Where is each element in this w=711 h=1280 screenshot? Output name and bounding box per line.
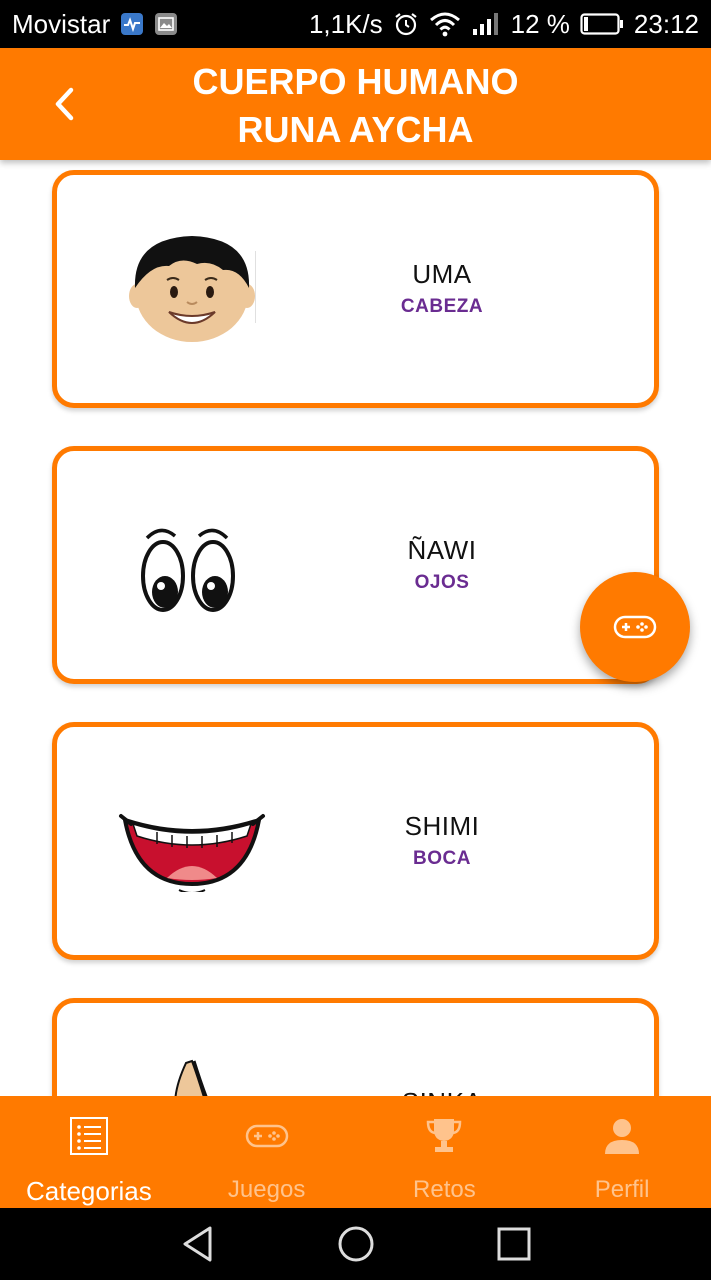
health-app-icon: [120, 12, 144, 36]
battery-percent: 12 %: [510, 8, 570, 39]
nav-label: Retos: [413, 1176, 476, 1203]
network-speed: 1,1K/s: [308, 8, 383, 39]
nav-label: Perfil: [594, 1176, 650, 1203]
back-button[interactable]: [38, 78, 90, 130]
nav-item-retos[interactable]: Retos: [356, 1096, 534, 1208]
signal-icon: [471, 11, 501, 37]
list-icon: [69, 1114, 109, 1158]
card-title: ÑAWI: [407, 535, 477, 565]
category-card[interactable]: SINKA: [52, 998, 659, 1096]
system-recents-button[interactable]: [490, 1220, 538, 1268]
bottom-navigation: Categorias Juegos Retos Perfil: [0, 1096, 711, 1208]
chevron-left-icon: [55, 87, 74, 121]
eyes-icon: [117, 501, 267, 631]
card-subtitle: OJOS: [414, 572, 470, 593]
head-face-icon: [117, 225, 267, 355]
status-bar: Movistar 1,1K/s 12 % 23:12: [0, 0, 711, 48]
app-header: CUERPO HUMANO RUNA AYCHA: [0, 48, 711, 160]
person-icon: [602, 1114, 642, 1158]
circle-home-icon: [338, 1226, 373, 1262]
page-title-line2: RUNA AYCHA: [237, 109, 474, 150]
page-title-line1: CUERPO HUMANO: [192, 61, 519, 102]
gallery-app-icon: [154, 12, 178, 36]
category-card[interactable]: UMA CABEZA: [52, 170, 659, 408]
category-card[interactable]: ÑAWI OJOS: [52, 446, 659, 684]
carrier-name: Movistar: [12, 8, 111, 39]
trophy-icon: [424, 1114, 464, 1158]
gamepad-icon: [613, 615, 657, 639]
gamepad-icon: [245, 1114, 289, 1158]
nav-item-categorias[interactable]: Categorias: [0, 1096, 178, 1208]
battery-icon: [580, 12, 624, 36]
nav-item-perfil[interactable]: Perfil: [533, 1096, 711, 1208]
system-back-button[interactable]: [174, 1220, 222, 1268]
nose-icon: [117, 1053, 267, 1096]
card-subtitle: BOCA: [413, 848, 471, 869]
triangle-back-icon: [183, 1226, 211, 1262]
nav-label: Categorias: [26, 1176, 152, 1206]
wifi-icon: [429, 11, 461, 37]
nav-label: Juegos: [227, 1176, 306, 1203]
games-fab-button[interactable]: [580, 572, 690, 682]
mouth-icon: [117, 777, 267, 907]
card-subtitle: CABEZA: [400, 296, 484, 317]
card-title: UMA: [412, 259, 472, 289]
system-home-button[interactable]: [332, 1220, 380, 1268]
page-title: CUERPO HUMANO RUNA AYCHA: [120, 58, 591, 154]
divider: [255, 251, 256, 323]
square-recents-icon: [497, 1227, 530, 1261]
clock: 23:12: [633, 8, 699, 39]
alarm-icon: [393, 11, 419, 37]
system-navigation-bar: [0, 1208, 711, 1280]
card-title: SINKA: [337, 1087, 547, 1096]
card-title: SHIMI: [404, 811, 480, 841]
nav-item-juegos[interactable]: Juegos: [178, 1096, 356, 1208]
category-card[interactable]: SHIMI BOCA: [52, 722, 659, 960]
